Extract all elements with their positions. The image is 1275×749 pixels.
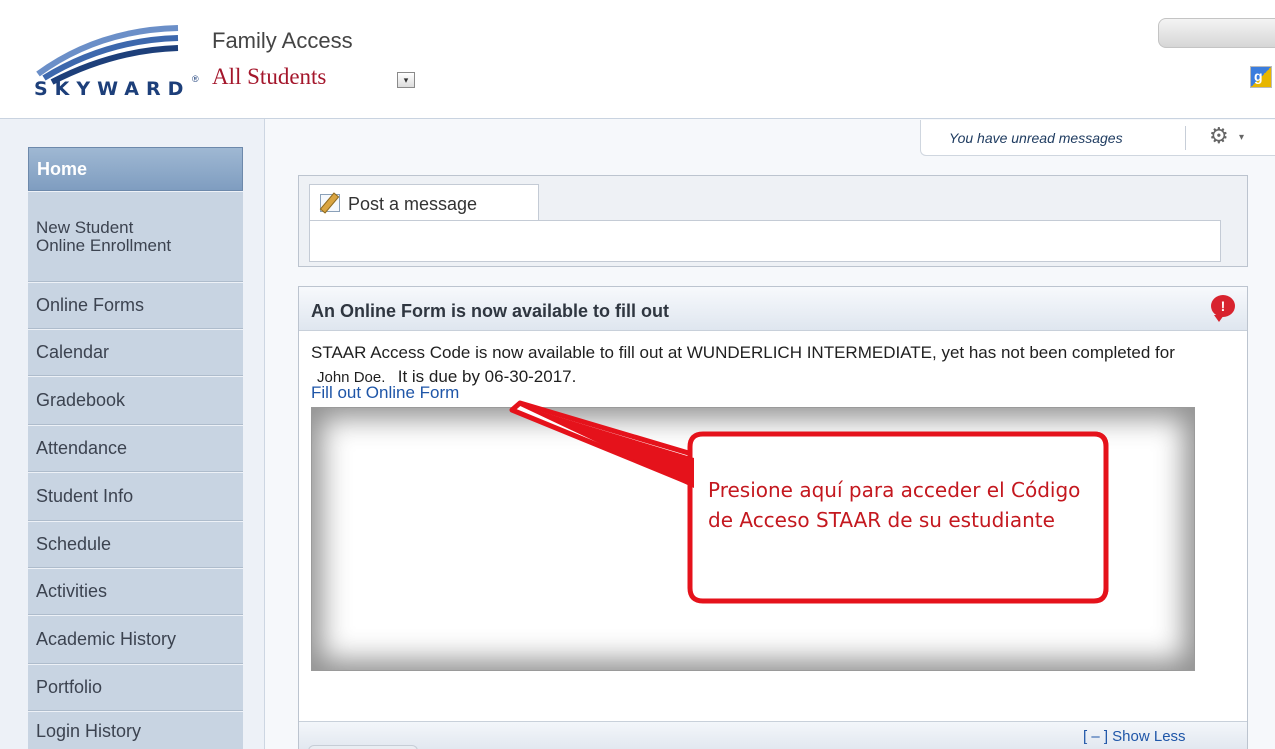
sidebar-item-label: New Student Online Enrollment	[36, 217, 172, 255]
online-form-preview	[311, 407, 1195, 671]
sidebar-item-calendar[interactable]: Calendar	[28, 330, 243, 376]
header-utility-box[interactable]	[1158, 18, 1275, 48]
sidebar: Home New Student Online Enrollment Onlin…	[0, 119, 265, 749]
chevron-down-icon[interactable]: ▾	[1239, 132, 1244, 143]
sidebar-item-label: Calendar	[36, 342, 110, 362]
online-form-header: An Online Form is now available to fill …	[299, 287, 1247, 331]
sidebar-item-schedule[interactable]: Schedule	[28, 522, 243, 568]
main-area: Home New Student Online Enrollment Onlin…	[0, 118, 1275, 749]
post-message-tab[interactable]: Post a message	[309, 184, 539, 220]
sidebar-item-label: Portfolio	[36, 677, 103, 697]
sidebar-item-academic-history[interactable]: Academic History	[28, 616, 243, 664]
sidebar-item-label: Academic History	[36, 629, 177, 649]
edit-note-icon	[320, 194, 340, 212]
alert-icon: !	[1211, 295, 1235, 322]
sidebar-item-label: Activities	[36, 581, 108, 601]
online-form-footer: [ – ] Show Less	[299, 721, 1247, 749]
google-apps-icon-glyph: g	[1254, 68, 1263, 84]
post-message-input[interactable]	[309, 220, 1221, 262]
sidebar-item-label: Login History	[36, 720, 142, 741]
sidebar-item-label: Student Info	[36, 486, 134, 506]
sidebar-item-label: Schedule	[36, 534, 112, 554]
online-form-message: STAAR Access Code is now available to fi…	[311, 343, 1231, 387]
show-less-link[interactable]: [ – ] Show Less	[1083, 728, 1186, 745]
student-dropdown-button[interactable]: ▾	[397, 72, 415, 88]
gear-icon[interactable]: ⚙	[1209, 124, 1229, 149]
sidebar-item-home[interactable]: Home	[28, 147, 243, 191]
messages-separator	[1185, 126, 1186, 150]
sidebar-item-attendance[interactable]: Attendance	[28, 426, 243, 472]
sidebar-item-label: Home	[37, 158, 88, 179]
chevron-down-icon: ▾	[403, 75, 409, 85]
sidebar-item-portfolio[interactable]: Portfolio	[28, 665, 243, 711]
unread-messages-link[interactable]: You have unread messages	[949, 130, 1123, 146]
app-title: Family Access	[212, 28, 353, 53]
sidebar-item-label: Gradebook	[36, 390, 126, 410]
post-message-label: Post a message	[348, 194, 478, 214]
sidebar-item-activities[interactable]: Activities	[28, 569, 243, 615]
form-message-text: STAAR Access Code is now available to fi…	[311, 343, 1175, 362]
annotation-text: Presione aquí para acceder el Código de …	[708, 478, 1081, 532]
student-selector[interactable]: All Students	[212, 64, 326, 90]
google-apps-icon[interactable]: g	[1250, 66, 1272, 88]
next-panel-tab[interactable]	[308, 745, 418, 749]
sidebar-item-gradebook[interactable]: Gradebook	[28, 377, 243, 425]
sidebar-item-login-history[interactable]: Login History	[28, 712, 243, 749]
registered-mark: ®	[192, 74, 199, 84]
fill-out-online-form-link[interactable]: Fill out Online Form	[311, 383, 459, 403]
sidebar-item-label: Attendance	[36, 438, 128, 458]
messages-bar: You have unread messages ⚙ ▾	[920, 120, 1275, 156]
skyward-logo-text: SKYWARD	[34, 78, 191, 100]
sidebar-item-label: Online Forms	[36, 295, 145, 315]
sidebar-item-new-student-online-enrollment[interactable]: New Student Online Enrollment	[28, 192, 243, 282]
header: SKYWARD ® Family Access All Students ▾ g	[0, 0, 1275, 118]
online-form-title: An Online Form is now available to fill …	[311, 301, 670, 321]
post-message-panel: Post a message	[298, 175, 1248, 267]
sidebar-item-student-info[interactable]: Student Info	[28, 473, 243, 521]
sidebar-item-online-forms[interactable]: Online Forms	[28, 283, 243, 329]
